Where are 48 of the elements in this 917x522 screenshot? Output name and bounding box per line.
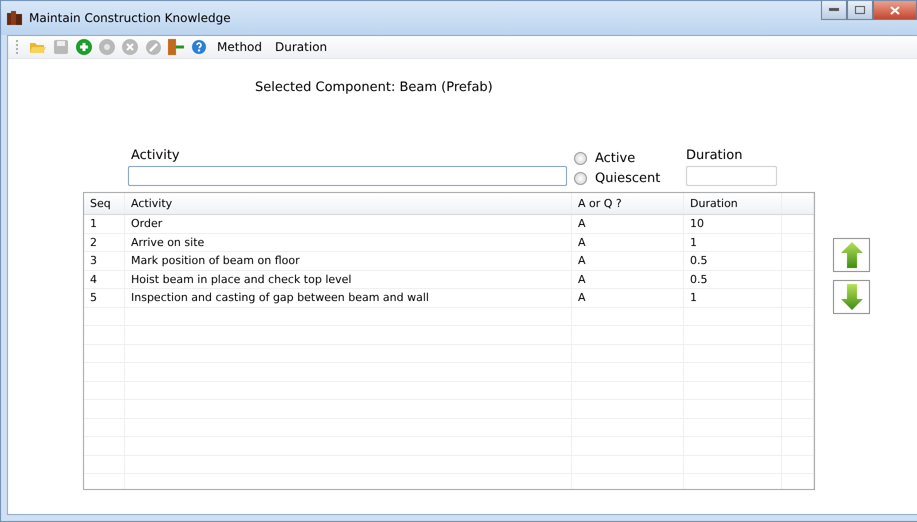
table-cell: 4 <box>84 270 125 288</box>
selected-component-heading: Selected Component: Beam (Prefab) <box>255 80 494 95</box>
status-radio[interactable]: Active <box>574 151 686 166</box>
door-button[interactable] <box>167 38 185 56</box>
move-up-button[interactable] <box>833 238 870 272</box>
plus-button[interactable] <box>75 38 93 56</box>
table-cell: Mark position of beam on floor <box>125 252 572 270</box>
table-cell: A <box>572 234 684 251</box>
column-header[interactable]: Activity <box>125 193 572 214</box>
table-cell: A <box>572 215 684 232</box>
maximize-button[interactable] <box>847 1 873 20</box>
table-cell: Hoist beam in place and check top level <box>125 270 572 288</box>
table-cell: Inspection and casting of gap between beam and wall <box>125 289 572 306</box>
table-cell: A <box>572 270 684 288</box>
maximize-icon <box>855 6 865 14</box>
move-down-button[interactable] <box>833 280 870 314</box>
minimize-icon <box>829 8 839 12</box>
table-cell: 1 <box>684 289 782 306</box>
table-cell: 5 <box>84 289 125 306</box>
close-button[interactable] <box>873 1 917 20</box>
table-cell: 10 <box>684 215 782 232</box>
table-cell: Order <box>125 215 572 232</box>
close-icon <box>890 6 900 14</box>
table-cell: Arrive on site <box>125 234 572 251</box>
table-cell: 3 <box>84 252 125 270</box>
activity-label: Activity <box>131 148 181 163</box>
table-cell: 1 <box>684 234 782 251</box>
table-cell: 1 <box>84 215 125 232</box>
table-cell: 2 <box>84 234 125 251</box>
table-cell: 0.5 <box>684 270 782 288</box>
help-button[interactable] <box>190 38 208 56</box>
column-header[interactable]: Seq <box>84 193 125 214</box>
table-cell: A <box>572 289 684 306</box>
menu-item[interactable]: Duration <box>271 40 332 54</box>
table-cell: A <box>572 252 684 270</box>
table-cell: 0.5 <box>684 252 782 270</box>
duration-input[interactable] <box>686 166 777 186</box>
duration-label: Duration <box>686 148 744 163</box>
menu-item[interactable]: Method <box>213 40 266 54</box>
window-title: Maintain Construction Knowledge <box>29 11 231 25</box>
books-icon <box>7 11 23 25</box>
activity-input[interactable] <box>128 166 567 186</box>
column-header[interactable]: Duration <box>684 193 782 214</box>
status-radio[interactable]: Quiescent <box>574 171 686 186</box>
down-arrow-icon <box>840 284 862 310</box>
column-header[interactable]: A or Q ? <box>572 193 684 214</box>
minimize-button[interactable] <box>821 1 847 20</box>
up-arrow-icon <box>840 242 862 268</box>
